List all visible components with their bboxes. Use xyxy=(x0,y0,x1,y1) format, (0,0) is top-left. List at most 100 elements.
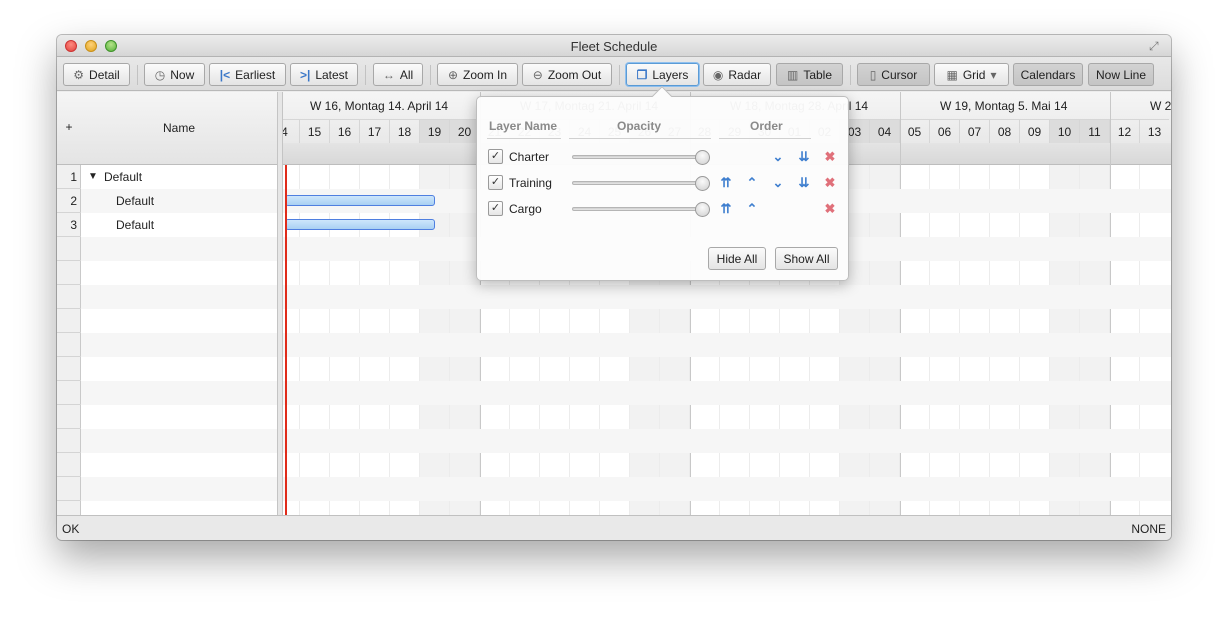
row-number[interactable] xyxy=(57,405,81,429)
table-row[interactable] xyxy=(81,333,277,357)
table-row[interactable] xyxy=(81,261,277,285)
move-down-icon[interactable]: ⌄ xyxy=(771,176,785,190)
layer-visible-checkbox[interactable]: ✓ xyxy=(488,149,503,164)
row-number[interactable] xyxy=(57,453,81,477)
move-bottom-icon[interactable]: ⇊ xyxy=(797,176,811,190)
now-line xyxy=(285,165,287,515)
radar-icon: ◉ xyxy=(712,67,724,82)
zoom-out-button[interactable]: ⊖ Zoom Out xyxy=(522,63,612,86)
timeline-row[interactable] xyxy=(283,381,1171,405)
activity-bar[interactable] xyxy=(285,195,435,206)
delete-layer-icon[interactable]: ✖ xyxy=(823,150,837,164)
hide-all-button[interactable]: Hide All xyxy=(708,247,766,270)
zoom-out-label: Zoom Out xyxy=(547,67,602,82)
zoom-in-button[interactable]: ⊕ Zoom In xyxy=(437,63,518,86)
layer-name: Cargo xyxy=(509,202,542,216)
table-row[interactable] xyxy=(81,285,277,309)
move-up-icon[interactable]: ⌃ xyxy=(745,176,759,190)
timeline-row[interactable] xyxy=(283,333,1171,357)
table-row[interactable] xyxy=(81,237,277,261)
grid-dropdown[interactable]: ▦ Grid ▾ xyxy=(934,63,1009,86)
move-bottom-icon[interactable]: ⇊ xyxy=(797,150,811,164)
detail-label: Detail xyxy=(89,67,120,82)
row-name: Default xyxy=(116,194,155,208)
latest-button[interactable]: >| Latest xyxy=(290,63,358,86)
table-row[interactable] xyxy=(81,309,277,333)
row-number[interactable]: 3 xyxy=(57,213,81,237)
name-header-label: Name xyxy=(162,121,195,135)
row-number[interactable] xyxy=(57,429,81,453)
table-toggle-button[interactable]: ▥ Table xyxy=(776,63,843,86)
row-number[interactable] xyxy=(57,381,81,405)
timeline-row[interactable] xyxy=(283,429,1171,453)
layers-popover: Layer Name Opacity Order ✓ Charter ⌄ ⇊ ✖ ✓ Tra… xyxy=(476,86,849,281)
timeline-row[interactable] xyxy=(283,501,1171,515)
table-row[interactable] xyxy=(81,453,277,477)
row-number[interactable] xyxy=(57,261,81,285)
table-row[interactable] xyxy=(81,429,277,453)
cursor-toggle-button[interactable]: ▯ Cursor xyxy=(857,63,930,86)
timeline-row[interactable] xyxy=(283,405,1171,429)
row-number[interactable]: 1 xyxy=(57,165,81,189)
skip-end-icon: >| xyxy=(299,67,311,82)
table-row[interactable] xyxy=(81,405,277,429)
move-up-icon[interactable]: ⌃ xyxy=(745,202,759,216)
row-number[interactable] xyxy=(57,357,81,381)
row-number[interactable] xyxy=(57,477,81,501)
expand-triangle-icon[interactable]: ▼ xyxy=(88,165,98,189)
name-header[interactable]: Name xyxy=(81,92,277,165)
layers-button[interactable]: ❐ Layers xyxy=(626,63,699,86)
add-row-icon[interactable]: + xyxy=(57,120,81,134)
opacity-slider-track[interactable] xyxy=(572,181,706,185)
fullscreen-icon[interactable]: ⤢ xyxy=(1149,39,1163,53)
table-row[interactable] xyxy=(81,357,277,381)
radar-button[interactable]: ◉ Radar xyxy=(703,63,771,86)
separator xyxy=(619,65,620,85)
opacity-slider-track[interactable] xyxy=(572,207,706,211)
zoom-out-icon: ⊖ xyxy=(532,67,543,82)
show-all-range-button[interactable]: ↔ All xyxy=(373,63,423,86)
day-cell: 08 xyxy=(989,119,1019,143)
timeline-row[interactable] xyxy=(283,309,1171,333)
opacity-slider-thumb[interactable] xyxy=(695,202,710,217)
move-top-icon[interactable]: ⇈ xyxy=(719,176,733,190)
row-number[interactable] xyxy=(57,237,81,261)
opacity-slider-track[interactable] xyxy=(572,155,706,159)
row-number[interactable] xyxy=(57,285,81,309)
layer-visible-checkbox[interactable]: ✓ xyxy=(488,175,503,190)
calendars-toggle-button[interactable]: Calendars xyxy=(1013,63,1083,86)
move-top-icon[interactable]: ⇈ xyxy=(719,202,733,216)
opacity-slider-thumb[interactable] xyxy=(695,150,710,165)
layer-visible-checkbox[interactable]: ✓ xyxy=(488,201,503,216)
row-number[interactable] xyxy=(57,333,81,357)
row-number[interactable]: 2 xyxy=(57,189,81,213)
table-row[interactable] xyxy=(81,477,277,501)
day-cell: 15 xyxy=(299,119,329,143)
row-number[interactable] xyxy=(57,309,81,333)
now-line-toggle-button[interactable]: Now Line xyxy=(1088,63,1154,86)
window-title: Fleet Schedule xyxy=(570,39,658,54)
activity-bar[interactable] xyxy=(285,219,435,230)
show-all-button[interactable]: Show All xyxy=(775,247,838,270)
table-row[interactable] xyxy=(81,189,277,213)
move-down-icon[interactable]: ⌄ xyxy=(771,150,785,164)
detail-button[interactable]: ⚙ Detail xyxy=(63,63,130,86)
day-cell: 20 xyxy=(449,119,479,143)
table-row[interactable] xyxy=(81,381,277,405)
timeline-row[interactable] xyxy=(283,357,1171,381)
table-row[interactable] xyxy=(81,213,277,237)
day-cell: 19 xyxy=(419,119,449,143)
opacity-slider-thumb[interactable] xyxy=(695,176,710,191)
row-number[interactable] xyxy=(57,501,81,515)
earliest-button[interactable]: |< Earliest xyxy=(209,63,286,86)
status-left: OK xyxy=(62,522,80,536)
show-all-label: Show All xyxy=(783,251,830,266)
delete-layer-icon[interactable]: ✖ xyxy=(823,202,837,216)
timeline-row[interactable] xyxy=(283,285,1171,309)
timeline-row[interactable] xyxy=(283,477,1171,501)
table-row[interactable] xyxy=(81,501,277,515)
header-divider xyxy=(569,138,711,139)
timeline-row[interactable] xyxy=(283,453,1171,477)
delete-layer-icon[interactable]: ✖ xyxy=(823,176,837,190)
now-button[interactable]: ◷ Now xyxy=(144,63,205,86)
